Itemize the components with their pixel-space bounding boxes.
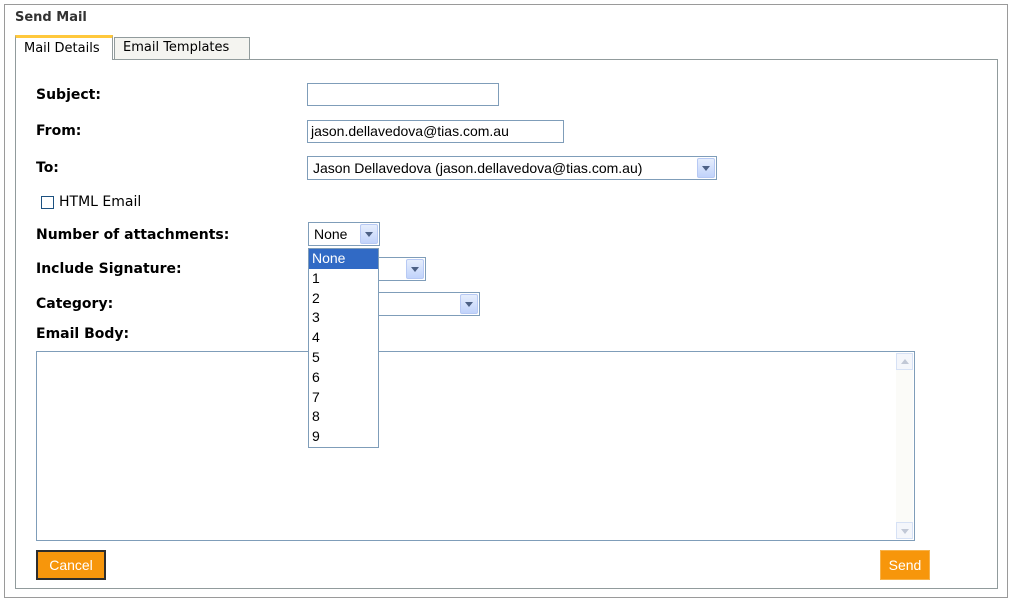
dropdown-option[interactable]: 7 — [309, 388, 378, 408]
subject-input[interactable] — [307, 83, 499, 106]
from-input[interactable]: jason.dellavedova@tias.com.au — [307, 120, 564, 143]
scroll-up-icon[interactable] — [896, 353, 913, 370]
scroll-down-icon[interactable] — [896, 522, 913, 539]
signature-label: Include Signature: — [36, 261, 182, 277]
send-button[interactable]: Send — [880, 550, 930, 580]
attachments-select-value: None — [314, 226, 348, 242]
tab-mail-details[interactable]: Mail Details — [15, 35, 113, 60]
vertical-scrollbar[interactable] — [896, 353, 913, 539]
html-email-checkbox[interactable] — [41, 196, 54, 209]
html-email-label: HTML Email — [59, 194, 142, 210]
from-label: From: — [36, 123, 82, 139]
attachments-dropdown-list: None 1 2 3 4 5 6 7 8 9 — [308, 248, 379, 448]
dropdown-option[interactable]: 5 — [309, 348, 378, 368]
subject-label: Subject: — [36, 87, 101, 103]
email-body-label: Email Body: — [36, 326, 130, 342]
attachments-select[interactable]: None — [308, 222, 380, 246]
cancel-button[interactable]: Cancel — [36, 550, 106, 580]
dropdown-option[interactable]: None — [309, 249, 378, 269]
attachments-label: Number of attachments: — [36, 227, 230, 243]
dropdown-option[interactable]: 4 — [309, 328, 378, 348]
category-label: Category: — [36, 296, 114, 312]
to-label: To: — [36, 160, 59, 176]
dropdown-option[interactable]: 3 — [309, 308, 378, 328]
dropdown-option[interactable]: 2 — [309, 289, 378, 309]
dropdown-option[interactable]: 8 — [309, 407, 378, 427]
to-select-value: Jason Dellavedova (jason.dellavedova@tia… — [313, 160, 643, 176]
dropdown-option[interactable]: 9 — [309, 427, 378, 447]
tab-email-templates[interactable]: Email Templates — [114, 37, 250, 59]
chevron-down-icon[interactable] — [697, 158, 715, 178]
dropdown-option[interactable]: 1 — [309, 269, 378, 289]
chevron-down-icon[interactable] — [460, 294, 478, 314]
to-select[interactable]: Jason Dellavedova (jason.dellavedova@tia… — [307, 156, 717, 180]
email-body-textarea[interactable] — [36, 351, 915, 541]
chevron-down-icon[interactable] — [406, 259, 424, 279]
chevron-down-icon[interactable] — [360, 224, 378, 244]
page-title: Send Mail — [15, 10, 87, 25]
dropdown-option[interactable]: 6 — [309, 368, 378, 388]
